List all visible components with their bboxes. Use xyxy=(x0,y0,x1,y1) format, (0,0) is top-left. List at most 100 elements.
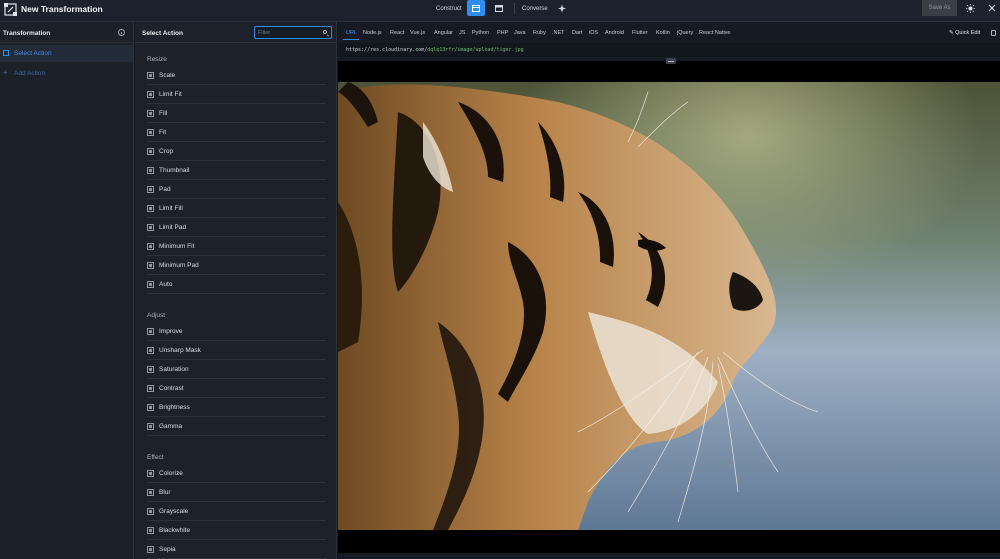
action-item-improve[interactable]: Improve xyxy=(147,322,326,341)
copy-icon[interactable] xyxy=(991,30,996,36)
filter-box[interactable] xyxy=(254,26,332,39)
action-item-pad[interactable]: Pad xyxy=(147,180,326,199)
tab-vue-js[interactable]: Vue.js xyxy=(410,30,425,36)
tab-php[interactable]: PHP xyxy=(497,30,508,36)
tab-angular[interactable]: Angular xyxy=(434,30,453,36)
action-item-minimum-fit[interactable]: Minimum Fit xyxy=(147,237,326,256)
action-item-label: Blur xyxy=(159,489,171,496)
adjust-action-icon xyxy=(147,423,154,430)
ai-assist-button[interactable] xyxy=(553,0,571,16)
quick-edit-button[interactable]: ✎ Quick Edit xyxy=(949,30,980,36)
converse-view-button[interactable] xyxy=(490,0,508,16)
transformation-title: Transformation xyxy=(3,30,51,37)
action-item-saturation[interactable]: Saturation xyxy=(147,360,326,379)
action-picker-panel: Select Action Resize Scale Limit Fit Fill F… xyxy=(135,22,337,559)
tab-jquery[interactable]: jQuery xyxy=(677,30,693,36)
resize-action-icon xyxy=(147,186,154,193)
effect-action-icon xyxy=(147,508,154,515)
tab-js[interactable]: JS xyxy=(459,30,465,36)
tab-android[interactable]: Android xyxy=(605,30,624,36)
add-action-label: Add Action xyxy=(14,70,46,77)
action-item-contrast[interactable]: Contrast xyxy=(147,379,326,398)
action-item-minimum-pad[interactable]: Minimum Pad xyxy=(147,256,326,275)
resize-action-icon xyxy=(147,91,154,98)
tab-react-native[interactable]: React Native xyxy=(699,30,731,36)
action-item-blur[interactable]: Blur xyxy=(147,483,326,502)
action-item-blackwhite[interactable]: Blackwhite xyxy=(147,521,326,540)
resize-action-icon xyxy=(147,224,154,231)
action-item-gamma[interactable]: Gamma xyxy=(147,417,326,436)
url-bar[interactable]: https://res.cloudinary.com/dqlq13rfr/ima… xyxy=(338,43,1000,57)
tiger-preview-image xyxy=(338,82,1000,530)
save-as-button[interactable]: Save As xyxy=(922,0,957,16)
action-item-fill[interactable]: Fill xyxy=(147,104,326,123)
adjust-action-icon xyxy=(147,347,154,354)
app-title: New Transformation xyxy=(21,4,103,14)
tab-dart[interactable]: Dart xyxy=(572,30,582,36)
action-item-crop[interactable]: Crop xyxy=(147,142,326,161)
transformation-panel: Transformation Select Action + Add Actio… xyxy=(0,22,134,559)
quick-edit-label: Quick Edit xyxy=(955,30,981,36)
action-item-colorize[interactable]: Colorize xyxy=(147,464,326,483)
action-item-limit-fit[interactable]: Limit Fit xyxy=(147,85,326,104)
adjust-action-icon xyxy=(147,366,154,373)
action-item-limit-pad[interactable]: Limit Pad xyxy=(147,218,326,237)
sun-icon xyxy=(965,3,975,13)
resize-action-icon xyxy=(147,72,154,79)
close-icon xyxy=(988,4,996,12)
adjust-action-icon xyxy=(147,385,154,392)
action-item-label: Sepia xyxy=(159,546,176,553)
resize-action-icon xyxy=(147,205,154,212)
action-item-label: Minimum Pad xyxy=(159,262,199,269)
construct-label[interactable]: Construct xyxy=(436,6,462,12)
tab-node-js[interactable]: Node.js xyxy=(363,30,382,36)
sparkle-icon xyxy=(557,4,566,12)
tab-java[interactable]: Java xyxy=(514,30,526,36)
filter-input[interactable] xyxy=(258,29,318,37)
delivery-url[interactable]: https://res.cloudinary.com/dqlq13rfr/ima… xyxy=(346,47,524,53)
action-item-label: Thumbnail xyxy=(159,167,190,174)
close-button[interactable] xyxy=(985,1,999,15)
tab-kotlin[interactable]: Kotlin xyxy=(656,30,670,36)
action-item-fit[interactable]: Fit xyxy=(147,123,326,142)
resize-section-label: Resize xyxy=(147,56,167,63)
action-item-label: Limit Fill xyxy=(159,205,183,212)
action-item-limit-fill[interactable]: Limit Fill xyxy=(147,199,326,218)
action-item-label: Fit xyxy=(159,129,167,136)
action-item-thumbnail[interactable]: Thumbnail xyxy=(147,161,326,180)
toolbar-divider xyxy=(514,3,515,14)
tab-flutter[interactable]: Flutter xyxy=(632,30,648,36)
tab-url[interactable]: URL xyxy=(346,30,357,36)
step-checkbox-icon xyxy=(3,50,9,56)
action-picker-title: Select Action xyxy=(142,30,183,37)
tab-python[interactable]: Python xyxy=(472,30,489,36)
converse-label[interactable]: Converse xyxy=(522,6,548,12)
action-item-brightness[interactable]: Brightness xyxy=(147,398,326,417)
effect-action-icon xyxy=(147,489,154,496)
tab-ruby[interactable]: Ruby xyxy=(533,30,546,36)
action-item-label: Grayscale xyxy=(159,508,189,515)
select-action-step[interactable]: Select Action xyxy=(0,45,133,62)
action-picker-header: Select Action xyxy=(135,22,336,43)
info-icon[interactable] xyxy=(118,29,125,36)
action-item-label: Fill xyxy=(159,110,168,117)
action-item-grayscale[interactable]: Grayscale xyxy=(147,502,326,521)
effect-action-icon xyxy=(147,546,154,553)
select-action-step-label: Select Action xyxy=(14,50,52,57)
tab-net[interactable]: .NET xyxy=(552,30,565,36)
action-item-label: Contrast xyxy=(159,385,184,392)
action-item-label: Crop xyxy=(159,148,174,155)
tab-react[interactable]: React xyxy=(390,30,404,36)
adjust-action-icon xyxy=(147,404,154,411)
action-item-scale[interactable]: Scale xyxy=(147,66,326,85)
add-action-button[interactable]: + Add Action xyxy=(0,64,133,81)
action-item-sepia[interactable]: Sepia xyxy=(147,540,326,559)
action-item-auto[interactable]: Auto xyxy=(147,275,326,294)
collapse-handle[interactable] xyxy=(666,58,676,64)
effect-action-icon xyxy=(147,527,154,534)
tab-ios[interactable]: iOS xyxy=(589,30,598,36)
theme-toggle-button[interactable] xyxy=(963,1,977,15)
action-item-unsharp-mask[interactable]: Unsharp Mask xyxy=(147,341,326,360)
construct-view-button[interactable] xyxy=(467,0,485,16)
url-path: dqlq13rfr/image/upload/tiger.jpg xyxy=(427,47,524,53)
